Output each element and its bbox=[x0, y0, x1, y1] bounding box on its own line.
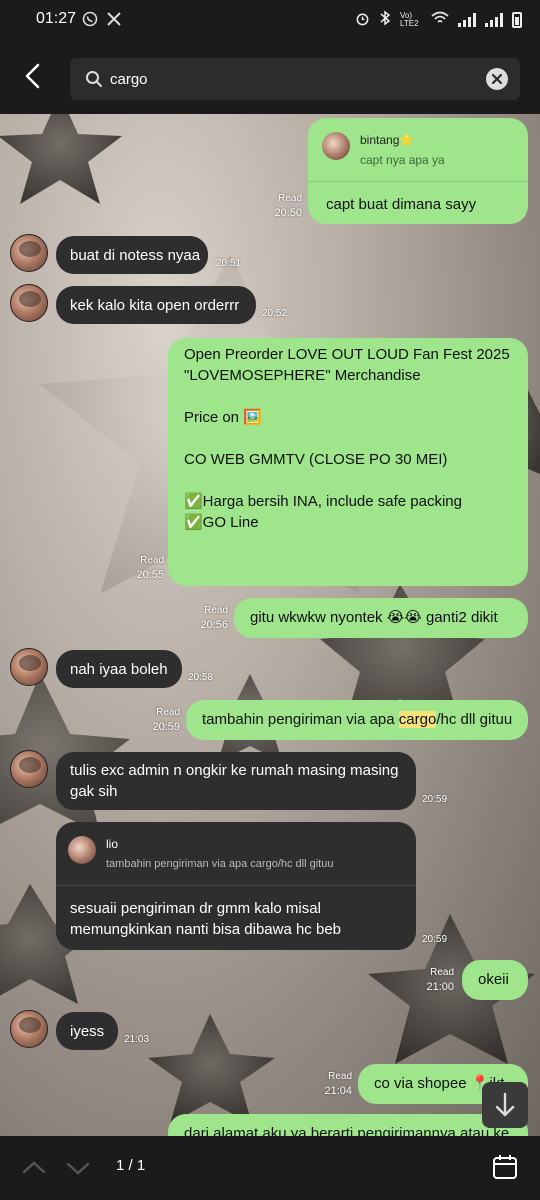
message-line: Price on 🖼️ bbox=[184, 409, 262, 426]
message-time: 20:52 bbox=[262, 308, 288, 319]
read-receipt: Read bbox=[430, 967, 454, 978]
read-receipt: Read bbox=[140, 555, 164, 566]
message-text: capt buat dimana sayy bbox=[326, 196, 477, 213]
quoted-text: capt nya apa ya bbox=[360, 153, 445, 167]
outgoing-message[interactable]: tambahin pengiriman via apa cargo/hc dll… bbox=[186, 700, 528, 740]
avatar[interactable] bbox=[10, 284, 48, 322]
avatar[interactable] bbox=[10, 750, 48, 788]
arrow-left-icon bbox=[25, 63, 40, 89]
chevron-down-icon bbox=[66, 1162, 90, 1175]
read-receipt: Read bbox=[204, 605, 228, 616]
previous-result-button[interactable] bbox=[20, 1156, 48, 1180]
calendar-button[interactable] bbox=[492, 1154, 518, 1180]
search-input[interactable] bbox=[110, 68, 470, 90]
avatar bbox=[322, 132, 350, 160]
arrow-down-icon bbox=[495, 1092, 515, 1117]
result-counter: 1 / 1 bbox=[116, 1157, 146, 1174]
message-line: "LOVEMOSEPHERE" Merchandise bbox=[184, 367, 421, 384]
message-text: tambahin pengiriman via apa cargo/hc dll… bbox=[202, 711, 513, 728]
message-time: 20:59 bbox=[422, 794, 448, 805]
signal-icon bbox=[458, 12, 476, 27]
message-text: gitu wkwkw nyontek 😭😭 ganti2 dikit bbox=[250, 609, 498, 626]
message-time: 20:58 bbox=[188, 672, 214, 683]
close-icon bbox=[491, 73, 503, 85]
calendar-icon bbox=[493, 1155, 517, 1179]
message-line: sesuaii pengiriman dr gmm kalo misal bbox=[70, 900, 321, 917]
message-time: 20:56 bbox=[200, 619, 228, 631]
search-box[interactable] bbox=[70, 58, 520, 100]
incoming-message[interactable]: iyess bbox=[56, 1012, 118, 1050]
outgoing-message[interactable]: gitu wkwkw nyontek 😭😭 ganti2 dikit bbox=[234, 598, 528, 638]
message-text: iyess bbox=[70, 1023, 105, 1040]
outgoing-message[interactable]: dari alamat aku ya berarti pengirimannya… bbox=[168, 1114, 528, 1136]
incoming-message[interactable]: buat di notess nyaa bbox=[56, 236, 208, 274]
message-text: buat di notess nyaa bbox=[70, 247, 201, 264]
outgoing-message[interactable]: okeii bbox=[462, 960, 528, 1000]
incoming-message[interactable]: tulis exc admin n ongkir ke rumah masing… bbox=[56, 752, 416, 810]
avatar bbox=[68, 836, 96, 864]
message-time: 20:59 bbox=[422, 934, 448, 945]
message-line: memungkinkan nanti bisa dibawa hc beb bbox=[70, 921, 342, 938]
next-result-button[interactable] bbox=[64, 1156, 92, 1180]
read-receipt: Read bbox=[156, 707, 180, 718]
chevron-up-icon bbox=[22, 1161, 46, 1174]
status-time: 01:27 bbox=[36, 10, 77, 27]
outgoing-message[interactable]: Open Preorder LOVE OUT LOUD Fan Fest 202… bbox=[168, 338, 528, 586]
avatar[interactable] bbox=[10, 1010, 48, 1048]
search-icon bbox=[86, 71, 102, 87]
alarm-icon bbox=[355, 11, 370, 29]
message-text: okeii bbox=[478, 971, 509, 988]
message-time: 21:00 bbox=[426, 981, 454, 993]
message-time: 21:04 bbox=[324, 1085, 352, 1097]
incoming-message[interactable]: nah iyaa boleh bbox=[56, 650, 182, 688]
message-time: 20:59 bbox=[152, 721, 180, 733]
read-receipt: Read bbox=[278, 193, 302, 204]
search-header bbox=[0, 40, 540, 114]
status-bar: 01:27 Vo) LTE2 bbox=[0, 0, 540, 40]
quoted-sender: lio bbox=[106, 837, 119, 851]
message-line: gak sih bbox=[70, 783, 118, 800]
clear-search-button[interactable] bbox=[486, 68, 508, 90]
message-line: ✅GO Line bbox=[184, 514, 259, 531]
message-time: 20:55 bbox=[136, 569, 164, 581]
read-receipt: Read bbox=[328, 1071, 352, 1082]
battery-icon bbox=[512, 11, 522, 28]
message-time: 21:03 bbox=[124, 1034, 150, 1045]
x-icon bbox=[106, 11, 122, 30]
wifi-icon bbox=[431, 11, 449, 28]
avatar[interactable] bbox=[10, 234, 48, 272]
quoted-text: tambahin pengiriman via apa cargo/hc dll… bbox=[106, 858, 334, 870]
bluetooth-icon bbox=[379, 10, 391, 29]
volte-icon: Vo) LTE2 bbox=[400, 10, 419, 28]
back-button[interactable] bbox=[16, 58, 52, 94]
quoted-sender: bintang⭐ bbox=[360, 133, 415, 147]
avatar[interactable] bbox=[10, 648, 48, 686]
quoted-message[interactable]: bintang⭐ capt nya apa ya bbox=[308, 118, 528, 182]
message-line: ✅Harga bersih INA, include safe packing bbox=[184, 493, 462, 510]
message-time: 20:50 bbox=[274, 207, 302, 219]
incoming-message[interactable]: lio tambahin pengiriman via apa cargo/hc… bbox=[56, 822, 416, 950]
search-highlight: cargo bbox=[398, 711, 437, 728]
chat-area[interactable]: Read 20:50 bintang⭐ capt nya apa ya capt… bbox=[0, 114, 540, 1136]
incoming-message[interactable]: kek kalo kita open orderrr bbox=[56, 286, 256, 324]
outgoing-message[interactable]: bintang⭐ capt nya apa ya capt buat diman… bbox=[308, 118, 528, 224]
message-line: CO WEB GMMTV (CLOSE PO 30 MEI) bbox=[184, 451, 448, 468]
message-text: dari alamat aku ya berarti pengirimannya… bbox=[184, 1125, 510, 1136]
message-line: tulis exc admin n ongkir ke rumah masing… bbox=[70, 762, 399, 779]
search-navigation-bar: 1 / 1 bbox=[0, 1136, 540, 1200]
whatsapp-icon bbox=[82, 11, 98, 30]
message-text: kek kalo kita open orderrr bbox=[70, 297, 240, 314]
message-time: 20:51 bbox=[216, 258, 242, 269]
scroll-to-bottom-button[interactable] bbox=[482, 1082, 528, 1128]
quoted-message[interactable]: lio tambahin pengiriman via apa cargo/hc… bbox=[56, 822, 416, 886]
message-line: Open Preorder LOVE OUT LOUD Fan Fest 202… bbox=[184, 346, 510, 363]
message-text: nah iyaa boleh bbox=[70, 661, 168, 678]
signal-icon bbox=[485, 12, 503, 27]
